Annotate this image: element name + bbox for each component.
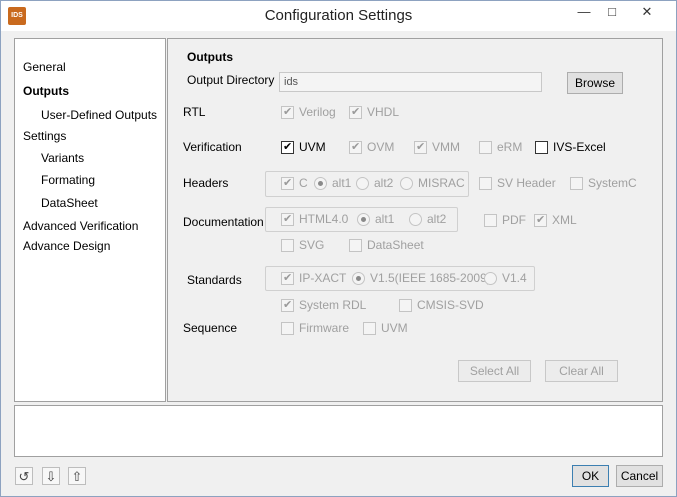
documentation-label: Documentation [183, 215, 264, 229]
nav-item-formating[interactable]: Formating [41, 173, 95, 187]
import-icon[interactable]: ⇩ [42, 467, 60, 485]
section-title: Outputs [187, 50, 233, 64]
description-box [14, 405, 663, 457]
nav-item-settings[interactable]: Settings [23, 129, 66, 143]
settings-nav-tree: General Outputs User-Defined Outputs Set… [14, 38, 166, 402]
maximize-icon[interactable]: □ [598, 1, 626, 23]
verification-label: Verification [183, 140, 242, 154]
nav-item-advanced-verification[interactable]: Advanced Verification [23, 219, 138, 233]
rtl-label: RTL [183, 105, 206, 119]
browse-button[interactable]: Browse [567, 72, 623, 94]
close-icon[interactable]: ✕ [626, 1, 668, 23]
clear-all-button[interactable]: Clear All [545, 360, 618, 382]
nav-item-variants[interactable]: Variants [41, 151, 84, 165]
output-directory-field[interactable] [279, 72, 542, 92]
configuration-window: IDS Configuration Settings — □ ✕ General… [0, 0, 677, 497]
minimize-icon[interactable]: — [570, 1, 598, 23]
reset-icon[interactable]: ↺ [15, 467, 33, 485]
export-icon[interactable]: ⇧ [68, 467, 86, 485]
nav-item-datasheet[interactable]: DataSheet [41, 196, 98, 210]
standards-label: Standards [187, 273, 242, 287]
output-directory-label: Output Directory [187, 73, 275, 87]
cancel-button[interactable]: Cancel [616, 465, 663, 487]
nav-item-user-defined-outputs[interactable]: User-Defined Outputs [41, 108, 157, 122]
select-all-button[interactable]: Select All [458, 360, 531, 382]
nav-item-outputs[interactable]: Outputs [23, 84, 69, 98]
nav-item-advance-design[interactable]: Advance Design [23, 239, 110, 253]
headers-label: Headers [183, 176, 229, 190]
sequence-label: Sequence [183, 321, 238, 335]
ok-button[interactable]: OK [572, 465, 609, 487]
outputs-panel: Outputs Output Directory Browse RTL Veri… [167, 38, 663, 402]
nav-item-general[interactable]: General [23, 60, 66, 74]
title-bar: IDS Configuration Settings — □ ✕ [1, 1, 676, 31]
